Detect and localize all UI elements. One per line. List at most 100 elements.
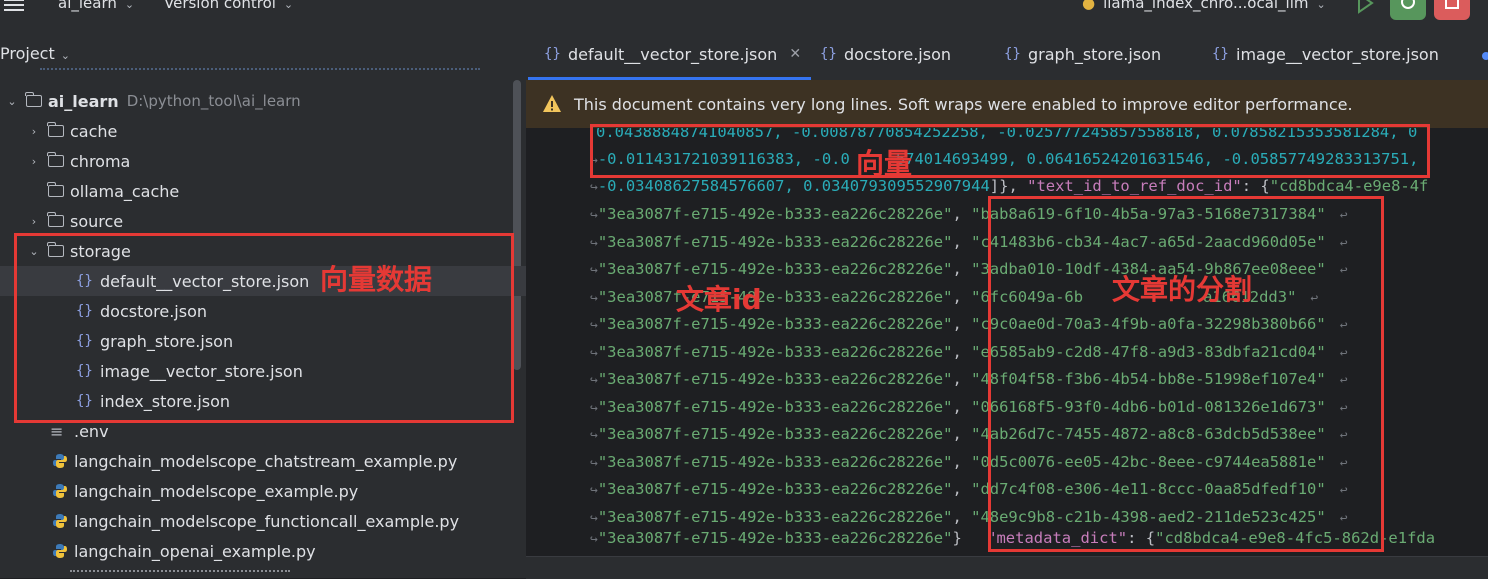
editor-tabs: {} default__vector_store.json ✕ {} docst…: [526, 28, 1488, 80]
soft-wrap-icon: ↪: [590, 455, 598, 471]
main-menu-icon[interactable]: [4, 0, 24, 11]
folder-icon: [47, 152, 64, 167]
folder-icon: [47, 182, 64, 197]
json-punctuation: ]},: [989, 177, 1028, 195]
chevron-right-icon[interactable]: ›: [28, 215, 40, 228]
debug-button[interactable]: [1390, 0, 1426, 20]
doc-id: "3ea3087f-e715-492e-b333-ea226c28226e": [597, 480, 953, 498]
json-punctuation: ,: [952, 232, 972, 251]
banner-message: This document contains very long lines. …: [574, 94, 1353, 114]
doc-id: "3ea3087f-e715-492e-b333-ea226c28226e": [597, 342, 953, 361]
chevron-down-icon: ⌄: [60, 49, 70, 62]
tab-label: docstore.json: [844, 44, 952, 64]
tree-item-py-file[interactable]: langchain_modelscope_example.py: [0, 476, 526, 506]
soft-wrap-icon: ↪: [590, 428, 598, 443]
vector-value: -0.03408627584576607,: [597, 177, 794, 195]
run-config-selector[interactable]: ● llama_index_chro...ocal_llm ⌄: [1082, 0, 1326, 12]
tree-item-label: .env: [74, 421, 109, 441]
tree-item-label: ollama_cache: [70, 181, 180, 201]
folder-icon: [25, 92, 42, 107]
tree-item-cache[interactable]: › cache: [0, 116, 526, 146]
json-punctuation: : {: [1241, 177, 1270, 195]
tab-label: graph_store.json: [1028, 44, 1162, 64]
json-file-icon: {}: [820, 46, 837, 62]
title-bar: ai_learn ⌄ Version control ⌄ ● llama_index_…: [0, 0, 1488, 28]
python-file-icon: [53, 454, 67, 468]
doc-id: "3ea3087f-e715-492e-b333-ea226c28226e": [597, 287, 953, 306]
annotation-label-doc-id: 文章id: [676, 283, 762, 316]
stop-button[interactable]: [1434, 0, 1470, 20]
tab-default-vector-store[interactable]: {} default__vector_store.json ✕: [527, 28, 812, 80]
chevron-down-icon: ⌄: [283, 0, 294, 11]
python-file-icon: [53, 484, 67, 498]
tree-item-py-file[interactable]: langchain_openai_example.py: [0, 536, 526, 566]
soft-wrap-icon: ↪: [590, 235, 598, 251]
json-punctuation: ,: [952, 452, 972, 471]
doc-id: "3ea3087f-e715-492e-b333-ea226c28226e": [597, 232, 953, 251]
run-icon[interactable]: [1356, 0, 1374, 14]
annotation-label-chunks: 文章的分割: [1112, 273, 1253, 306]
tab-docstore[interactable]: {} docstore.json: [820, 28, 951, 80]
python-file-icon: [53, 514, 67, 528]
json-file-icon: {}: [1004, 46, 1021, 62]
clipped-row: [70, 570, 290, 578]
python-icon: ●: [1082, 0, 1096, 12]
json-punctuation: ,: [952, 397, 972, 416]
tree-item-chroma[interactable]: › chroma: [0, 146, 526, 176]
doc-id: "3ea3087f-e715-492e-b333-ea226c28226e": [597, 425, 953, 443]
project-name: ai_learn: [58, 0, 117, 12]
soft-wrap-icon: ↪: [590, 532, 598, 547]
json-punctuation: ,: [952, 260, 972, 278]
chevron-down-icon: ⌄: [124, 0, 135, 11]
json-key: "text_id_to_ref_doc_id": [1027, 177, 1242, 195]
annotation-label-storage: 向量数据: [320, 263, 433, 296]
chevron-right-icon[interactable]: ›: [28, 155, 40, 168]
json-file-icon: {}: [544, 46, 561, 62]
soft-wrap-icon: ↪: [590, 345, 598, 361]
doc-id: "3ea3087f-e715-492e-b333-ea226c28226e": [597, 452, 953, 471]
soft-wrap-icon: ↪: [590, 400, 598, 416]
tree-item-py-file[interactable]: langchain_modelscope_functioncall_exampl…: [0, 506, 526, 536]
tree-item-path: D:\python_tool\ai_learn: [126, 92, 301, 110]
soft-wrap-icon: ↪: [590, 180, 598, 195]
soft-wrap-icon: ↪: [590, 318, 598, 333]
json-punctuation: ,: [952, 205, 972, 223]
status-strip: [526, 556, 1488, 579]
tab-image-vector-store[interactable]: {} image__vector_store.json: [1212, 28, 1439, 80]
project-switcher[interactable]: ai_learn ⌄: [58, 0, 134, 12]
tree-item-source[interactable]: › source: [0, 206, 526, 236]
more-tabs-indicator[interactable]: [1482, 52, 1488, 60]
doc-id: "3ea3087f-e715-492e-b333-ea226c28226e": [597, 260, 953, 278]
vcs-label: Version control: [164, 0, 276, 12]
vcs-menu[interactable]: Version control ⌄: [164, 0, 293, 12]
chevron-right-icon[interactable]: ›: [28, 125, 40, 138]
json-punctuation: }: [952, 529, 962, 547]
tree-item-label: langchain_modelscope_functioncall_exampl…: [74, 511, 460, 531]
chevron-down-icon[interactable]: ⌄: [6, 95, 18, 108]
chevron-down-icon: ⌄: [1316, 0, 1326, 11]
json-file-icon: {}: [1212, 46, 1229, 62]
tree-item-ai-learn[interactable]: ⌄ ai_learn D:\python_tool\ai_learn: [0, 86, 519, 116]
json-punctuation: ,: [952, 507, 972, 526]
bug-icon: [1401, 0, 1415, 9]
tree-item-ollama-cache[interactable]: ollama_cache: [0, 176, 526, 206]
tree-item-py-file[interactable]: langchain_modelscope_chatstream_example.…: [0, 446, 526, 476]
soft-wrap-icon: ↪: [590, 208, 598, 223]
tree-item-label: cache: [70, 121, 118, 141]
json-value: "cd8bdca4-e9e8-4f: [1269, 177, 1429, 195]
run-config-name: llama_index_chro...ocal_llm: [1103, 0, 1309, 12]
python-file-icon: [53, 544, 67, 558]
soft-wrap-banner: This document contains very long lines. …: [526, 80, 1488, 128]
doc-id: "3ea3087f-e715-492e-b333-ea226c28226e": [597, 315, 953, 333]
tab-graph-store[interactable]: {} graph_store.json: [1004, 28, 1161, 80]
json-punctuation: ,: [952, 425, 972, 443]
soft-wrap-icon: ↪: [590, 373, 598, 388]
json-punctuation: ,: [952, 287, 972, 306]
tree-item-label: ai_learn: [48, 91, 119, 111]
doc-id: "3ea3087f-e715-492e-b333-ea226c28226e": [597, 529, 953, 547]
tree-item-label: langchain_modelscope_example.py: [74, 481, 359, 501]
tab-label: image__vector_store.json: [1236, 44, 1439, 64]
close-icon[interactable]: ✕: [789, 46, 801, 62]
clipped-row: [40, 68, 480, 76]
project-view-selector[interactable]: Project ⌄: [0, 44, 70, 63]
